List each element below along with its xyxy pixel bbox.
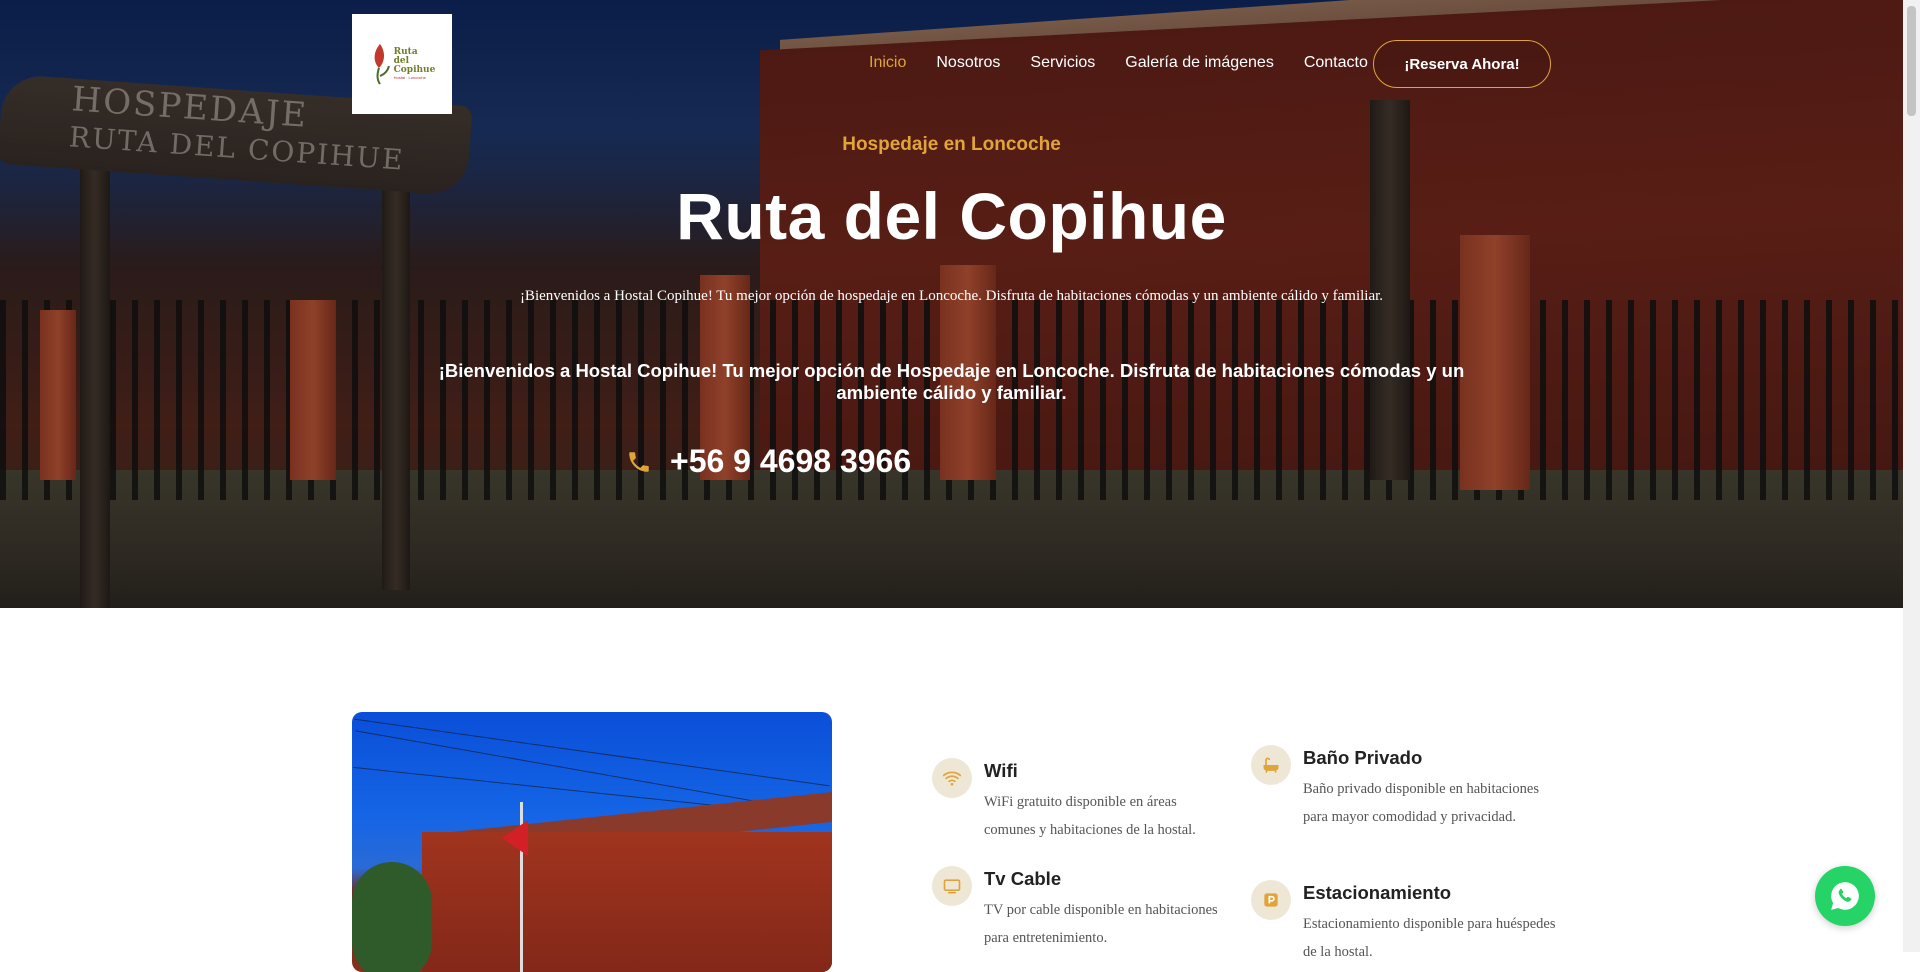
copihue-flower-icon [374,44,390,85]
main-nav: Inicio Nosotros Servicios Galería de imá… [869,54,1368,72]
nav-item-contacto[interactable]: Contacto [1304,54,1368,72]
feature-description: Estacionamiento disponible para huéspede… [1303,916,1556,960]
feature-wifi: Wifi WiFi gratuito disponible en áreas c… [932,758,1222,844]
feature-tv-cable: Tv Cable TV por cable disponible en habi… [932,866,1222,952]
photo-tree [352,862,432,972]
feature-title: Tv Cable [984,868,1062,889]
hero-tagline: Hospedaje en Loncoche [842,134,1061,155]
feature-description: TV por cable disponible en habitaciones … [984,902,1218,946]
phone-link[interactable]: +56 9 4698 3966 [626,443,911,480]
feature-description: WiFi gratuito disponible en áreas comune… [984,794,1196,838]
bathtub-icon [1251,745,1291,785]
whatsapp-icon [1831,882,1859,910]
page-scrollbar[interactable] [1903,0,1920,952]
logo-text-line: Copihue [393,65,436,75]
feature-title: Estacionamiento [1303,882,1452,903]
feature-title: Wifi [984,760,1018,781]
phone-icon [629,451,649,472]
hero-title: Ruta del Copihue [676,179,1227,253]
chile-flag [502,820,528,856]
site-logo[interactable]: Ruta del Copihue Hostal · Loncoche [352,14,452,114]
nav-item-servicios[interactable]: Servicios [1030,54,1095,72]
tv-icon [932,866,972,906]
phone-number: +56 9 4698 3966 [670,443,912,479]
nav-item-nosotros[interactable]: Nosotros [936,54,1000,72]
feature-estacionamiento: Estacionamiento Estacionamiento disponib… [1251,880,1561,966]
whatsapp-button[interactable] [1815,866,1875,926]
logo-subtitle: Hostal · Loncoche [393,75,426,80]
photo-building [422,832,832,972]
reserve-now-button[interactable]: ¡Reserva Ahora! [1373,40,1551,88]
nav-item-inicio[interactable]: Inicio [869,54,906,72]
parking-icon [1251,880,1291,920]
logo-mark: Ruta del Copihue Hostal · Loncoche [369,42,436,86]
feature-description: Baño privado disponible en habitaciones … [1303,781,1539,825]
feature-bano-privado: Baño Privado Baño privado disponible en … [1251,745,1561,831]
photo-wire [354,718,830,787]
nav-item-galeria[interactable]: Galería de imágenes [1125,54,1274,72]
feature-title: Baño Privado [1303,747,1423,768]
wifi-icon [932,758,972,798]
hero-description-small: ¡Bienvenidos a Hostal Copihue! Tu mejor … [519,288,1384,304]
hostal-photo [352,712,832,972]
hero-description-large: ¡Bienvenidos a Hostal Copihue! Tu mejor … [438,360,1465,403]
scrollbar-thumb[interactable] [1907,6,1916,116]
